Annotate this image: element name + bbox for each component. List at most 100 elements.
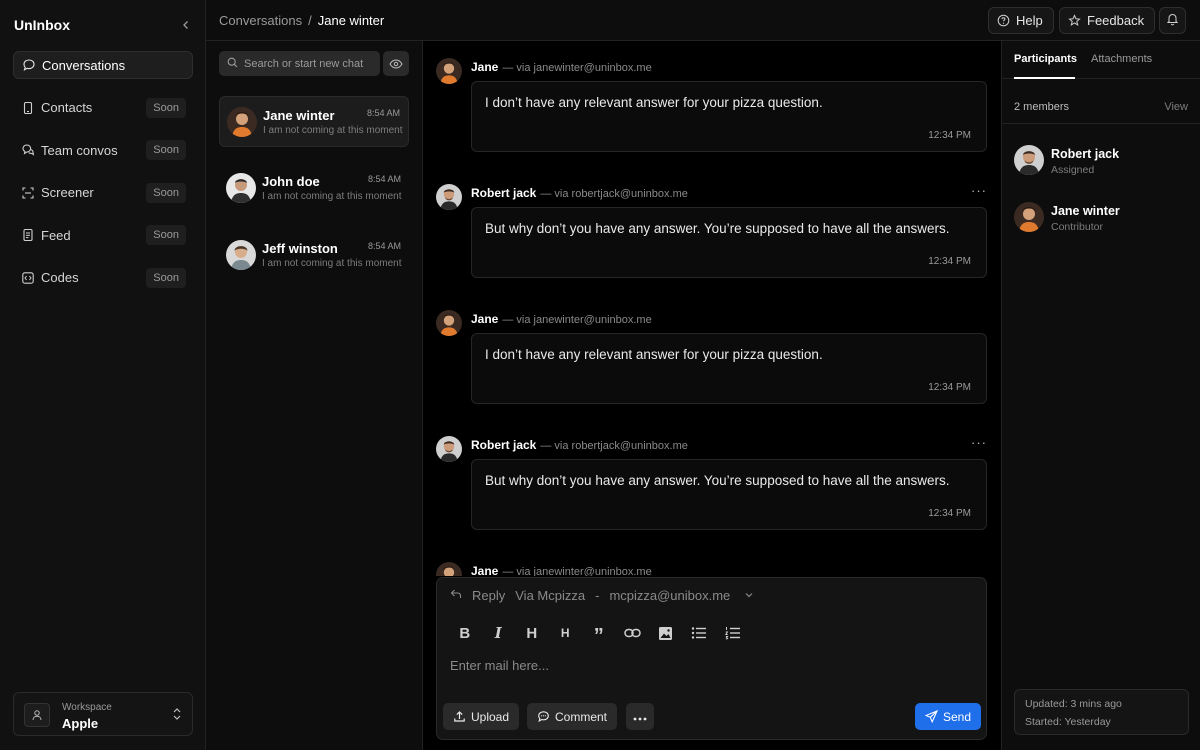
sidebar-item-label: Codes	[41, 270, 79, 285]
reply-composer: Reply Via Mcpizza - mcpizza@unibox.me B …	[436, 577, 987, 740]
tab-attachments[interactable]: Attachments	[1091, 53, 1152, 65]
message-header: Jane — via janewinter@uninbox.me	[471, 564, 652, 576]
user-icon	[24, 703, 50, 727]
message-time: 12:34 PM	[928, 130, 971, 141]
sidebar-item-label: Conversations	[42, 57, 126, 73]
reply-icon	[450, 588, 462, 603]
message-item: Jane — via janewinter@uninbox.me	[436, 562, 987, 576]
from-address: mcpizza@unibox.me	[609, 588, 731, 603]
conversation-meta: Updated: 3 mins ago Started: Yesterday	[1014, 689, 1189, 735]
soon-badge: Soon	[146, 140, 186, 160]
members-count: 2 members	[1014, 101, 1070, 113]
conversation-snippet: I am not coming at this moment	[262, 258, 402, 269]
mail-input[interactable]	[450, 658, 970, 673]
message-time: 12:34 PM	[928, 256, 971, 267]
reply-label: Reply	[472, 588, 506, 603]
from-address-select[interactable]: mcpizza@unibox.me	[609, 588, 740, 603]
sidebar: UnInbox Conversations Contacts Soon Team…	[0, 0, 206, 750]
search-input[interactable]	[244, 57, 374, 70]
message-bubble: I don’t have any relevant answer for you…	[471, 81, 987, 152]
avatar	[436, 310, 462, 336]
italic-button[interactable]: I	[482, 622, 516, 644]
sidebar-item-contacts[interactable]: Contacts Soon	[13, 94, 193, 122]
notifications-button[interactable]	[1159, 7, 1186, 34]
message-text: I don’t have any relevant answer for you…	[485, 347, 823, 362]
sidebar-item-feed[interactable]: Feed Soon	[13, 221, 193, 249]
soon-badge: Soon	[146, 182, 186, 203]
conversation-name: Jane winter	[263, 108, 335, 123]
message-sender: Jane	[471, 312, 499, 326]
avatar	[1014, 202, 1044, 232]
eye-icon	[389, 58, 403, 69]
message-bubble: But why don’t you have any answer. You’r…	[471, 207, 987, 278]
numbered-list-button[interactable]	[716, 622, 750, 644]
conversation-item-jeff-winston[interactable]: Jeff winston 8:54 AM I am not coming at …	[219, 230, 409, 281]
team-chat-icon	[21, 143, 35, 157]
soon-badge: Soon	[146, 225, 186, 245]
more-options-button[interactable]: ···	[971, 183, 987, 198]
workspace-switcher[interactable]: Workspace Apple	[13, 692, 193, 736]
collapse-sidebar-button[interactable]	[178, 17, 194, 33]
view-members-link[interactable]: View	[1164, 101, 1188, 113]
sidebar-item-codes[interactable]: Codes Soon	[13, 264, 193, 292]
quote-icon: ”	[593, 625, 604, 647]
feedback-button[interactable]: Feedback	[1059, 7, 1156, 34]
message-sender: Jane	[471, 60, 499, 74]
conversation-time: 8:54 AM	[366, 108, 400, 118]
soon-badge: Soon	[146, 97, 186, 118]
tab-participants[interactable]: Participants	[1014, 53, 1077, 65]
avatar	[436, 436, 462, 462]
message-header: Robert jack — via robertjack@uninbox.me	[471, 438, 688, 452]
upload-label: Upload	[471, 709, 510, 724]
send-icon	[924, 710, 938, 723]
participant-robert-jack[interactable]: Robert jack Assigned	[1014, 145, 1194, 177]
updated-text: Updated: 3 mins ago	[1025, 698, 1122, 710]
image-button[interactable]	[649, 622, 683, 644]
star-icon	[1068, 14, 1081, 27]
italic-icon: I	[494, 624, 502, 642]
breadcrumb-conversations[interactable]: Conversations	[219, 13, 302, 28]
participant-role: Contributor	[1051, 221, 1103, 233]
conversation-list: Jane winter 8:54 AM I am not coming at t…	[206, 41, 423, 750]
reply-header: Reply Via Mcpizza - mcpizza@unibox.me	[450, 588, 764, 603]
conversation-time: 8:54 AM	[367, 241, 401, 251]
sidebar-nav: Conversations Contacts Soon Team convos …	[13, 51, 193, 306]
bullet-list-button[interactable]	[683, 622, 717, 644]
more-options-button[interactable]: ···	[971, 435, 987, 450]
quote-button[interactable]: ”	[582, 622, 616, 647]
link-button[interactable]	[616, 622, 650, 644]
sidebar-item-team-convos[interactable]: Team convos Soon	[13, 136, 193, 164]
bold-button[interactable]: B	[448, 622, 482, 644]
message-text: But why don’t you have any answer. You’r…	[485, 473, 950, 488]
more-actions-button[interactable]	[626, 703, 654, 730]
avatar	[226, 173, 256, 203]
heading1-button[interactable]: H	[515, 622, 549, 644]
send-button[interactable]: Send	[915, 703, 981, 730]
conversation-item-jane-winter[interactable]: Jane winter 8:54 AM I am not coming at t…	[219, 96, 409, 147]
toggle-visibility-button[interactable]	[383, 51, 409, 76]
message-text: But why don’t you have any answer. You’r…	[485, 221, 950, 236]
upload-button[interactable]: Upload	[443, 703, 520, 730]
message-bubble: I don’t have any relevant answer for you…	[471, 333, 987, 404]
chevron-down-icon[interactable]	[744, 588, 754, 603]
sidebar-item-conversations[interactable]: Conversations	[13, 51, 193, 79]
help-button[interactable]: Help	[988, 7, 1054, 34]
message-header: Robert jack — via robertjack@uninbox.me	[471, 186, 688, 200]
conversation-name: John doe	[262, 174, 320, 189]
code-icon	[21, 271, 35, 285]
participant-jane-winter[interactable]: Jane winter Contributor	[1014, 202, 1194, 234]
started-text: Started: Yesterday	[1025, 716, 1111, 728]
message-via: — via janewinter@uninbox.me	[502, 62, 652, 74]
chevron-up-down-icon	[172, 707, 182, 724]
sidebar-item-screener[interactable]: Screener Soon	[13, 179, 193, 207]
help-label: Help	[1016, 13, 1043, 28]
via-label: Via Mcpizza	[515, 588, 586, 603]
format-toolbar: B I H H ”	[448, 622, 750, 647]
comment-button[interactable]: Comment	[527, 703, 618, 730]
conversation-item-john-doe[interactable]: John doe 8:54 AM I am not coming at this…	[219, 163, 409, 214]
sidebar-item-label: Feed	[41, 227, 71, 243]
heading2-button[interactable]: H	[549, 622, 583, 644]
conversation-name: Jeff winston	[262, 241, 338, 256]
avatar	[436, 58, 462, 84]
send-label: Send	[942, 709, 972, 724]
